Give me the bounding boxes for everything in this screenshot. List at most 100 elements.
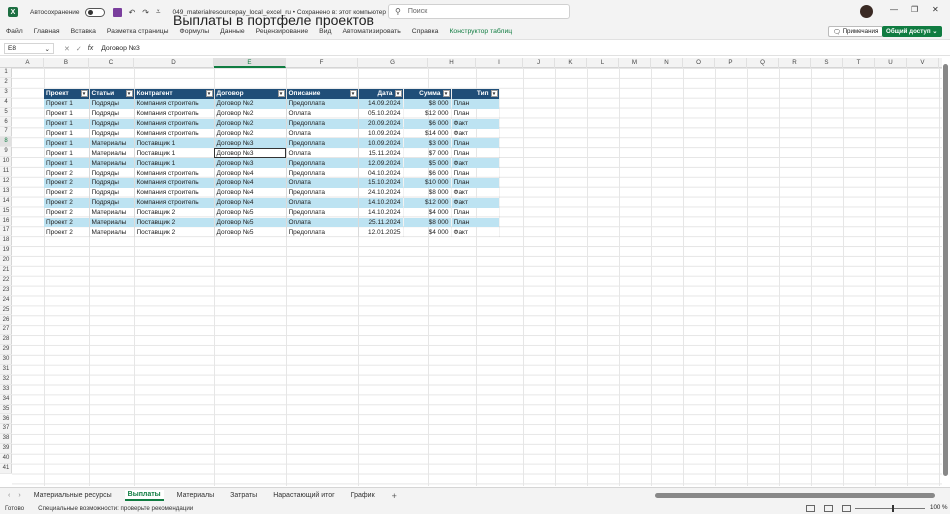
tab-insert[interactable]: Вставка (71, 28, 96, 35)
table-cell[interactable]: Поставщик 2 (134, 227, 215, 238)
column-header[interactable]: J (523, 58, 555, 68)
table-cell[interactable]: Материалы (89, 148, 135, 159)
search-box[interactable]: ⚲ Поиск (388, 4, 570, 19)
row-header[interactable]: 37 (0, 424, 12, 435)
table-cell[interactable]: Оплата (286, 148, 359, 159)
row-header[interactable]: 1 (0, 68, 12, 78)
table-cell[interactable]: Оплата (286, 197, 359, 208)
page-layout-view-icon[interactable] (824, 505, 833, 512)
autosave-toggle[interactable] (84, 7, 105, 17)
row-header[interactable]: 19 (0, 246, 12, 257)
sheet-tab-materials-resources[interactable]: Материальные ресурсы (31, 491, 115, 500)
table-cell[interactable]: $10 000 (403, 178, 452, 188)
table-cell[interactable]: 04.10.2024 (358, 168, 404, 179)
column-header[interactable]: G (358, 58, 428, 68)
column-header[interactable]: C (89, 58, 134, 68)
close-icon[interactable]: ✕ (932, 5, 939, 14)
row-header[interactable]: 22 (0, 276, 12, 286)
column-header[interactable]: N (651, 58, 683, 68)
table-cell[interactable]: Материалы (89, 158, 135, 169)
table-cell[interactable]: Компания строитель (134, 168, 215, 179)
table-cell[interactable]: Проект 1 (44, 128, 90, 139)
sheet-tab-payments[interactable]: Выплаты (124, 490, 164, 501)
table-cell[interactable]: Договор №5 (214, 227, 287, 238)
table-cell[interactable]: План (451, 98, 500, 109)
table-cell[interactable]: Оплата (286, 108, 359, 119)
column-header[interactable]: B (44, 58, 89, 68)
table-cell[interactable]: Договор №4 (214, 197, 287, 208)
table-cell[interactable]: Предоплата (286, 158, 359, 169)
table-cell[interactable]: Подряды (89, 108, 135, 119)
zoom-slider[interactable] (855, 508, 925, 509)
row-header[interactable]: 30 (0, 355, 12, 365)
table-header-cell[interactable]: Описание ▾ (286, 89, 359, 99)
row-header[interactable]: 6 (0, 118, 12, 128)
table-cell[interactable]: Предоплата (286, 187, 359, 198)
table-cell[interactable]: $3 000 (403, 138, 452, 149)
table-cell[interactable]: Предоплата (286, 98, 359, 109)
sheet-tab-cumulative[interactable]: Нарастающий итог (270, 491, 338, 500)
tab-review[interactable]: Рецензирование (256, 28, 308, 35)
row-header[interactable]: 27 (0, 325, 12, 336)
table-cell[interactable]: 15.10.2024 (358, 178, 404, 188)
row-header[interactable]: 33 (0, 385, 12, 395)
comments-button[interactable]: 🗨 Примечания (828, 26, 884, 37)
table-cell[interactable]: $6 000 (403, 118, 452, 129)
zoom-level[interactable]: 100 % (930, 504, 948, 511)
tab-help[interactable]: Справка (412, 28, 439, 35)
tab-file[interactable]: Файл (6, 28, 23, 35)
table-cell[interactable]: Договор №2 (214, 108, 287, 119)
filter-dropdown-icon[interactable]: ▾ (205, 90, 213, 97)
table-cell[interactable]: $7 000 (403, 148, 452, 159)
row-header[interactable]: 26 (0, 316, 12, 326)
table-cell[interactable]: Оплата (286, 217, 359, 228)
cancel-icon[interactable]: ✕ (64, 45, 70, 53)
row-header[interactable]: 31 (0, 365, 12, 375)
zoom-slider-knob[interactable] (892, 505, 894, 512)
row-header[interactable]: 4 (0, 98, 12, 108)
customize-quick-access-icon[interactable]: ⩡ (156, 7, 161, 17)
table-cell[interactable]: Предоплата (286, 168, 359, 179)
formula-input[interactable]: Договор №3 (101, 45, 140, 52)
row-header[interactable]: 12 (0, 177, 12, 187)
table-cell[interactable]: Компания строитель (134, 118, 215, 129)
row-header[interactable]: 15 (0, 207, 12, 217)
table-cell[interactable]: Факт (451, 118, 500, 129)
filter-dropdown-icon[interactable]: ▾ (394, 90, 402, 97)
row-header[interactable]: 2 (0, 78, 12, 88)
row-header[interactable]: 14 (0, 197, 12, 207)
table-cell[interactable]: Предоплата (286, 138, 359, 149)
table-cell[interactable]: $12 000 (403, 108, 452, 119)
row-header[interactable]: 8 (0, 137, 12, 148)
table-cell[interactable]: Факт (451, 158, 500, 169)
column-header[interactable]: V (907, 58, 939, 68)
table-cell[interactable]: 14.10.2024 (358, 207, 404, 218)
table-cell[interactable]: $4 000 (403, 207, 452, 218)
tab-page-layout[interactable]: Разметка страницы (107, 28, 169, 35)
table-cell[interactable]: 24.10.2024 (358, 187, 404, 198)
minimize-icon[interactable]: — (890, 5, 898, 14)
tab-view[interactable]: Вид (319, 28, 331, 35)
tab-home[interactable]: Главная (34, 28, 60, 35)
filter-dropdown-icon[interactable]: ▾ (125, 90, 133, 97)
table-cell[interactable]: Проект 2 (44, 217, 90, 228)
column-header[interactable]: K (555, 58, 587, 68)
filter-dropdown-icon[interactable]: ▾ (442, 90, 450, 97)
table-header-cell[interactable]: Сумма ▾ (403, 89, 452, 99)
row-header[interactable]: 17 (0, 226, 12, 237)
tab-data[interactable]: Данные (220, 28, 245, 35)
name-box[interactable]: E8 ⌄ (4, 43, 54, 54)
table-cell[interactable]: Материалы (89, 227, 135, 238)
tab-automate[interactable]: Автоматизировать (342, 28, 400, 35)
table-cell[interactable]: Компания строитель (134, 98, 215, 109)
sheet-title[interactable]: Выплаты в портфеле проектов (173, 12, 374, 28)
row-header[interactable]: 20 (0, 256, 12, 266)
table-cell[interactable]: Предоплата (286, 118, 359, 129)
column-header[interactable]: D (134, 58, 214, 68)
row-header[interactable]: 11 (0, 167, 12, 177)
row-header[interactable]: 10 (0, 157, 12, 167)
table-cell[interactable]: 10.09.2024 (358, 128, 404, 139)
table-header-cell[interactable]: Контрагент ▾ (134, 89, 215, 99)
row-header[interactable]: 28 (0, 335, 12, 346)
row-header[interactable]: 38 (0, 434, 12, 445)
